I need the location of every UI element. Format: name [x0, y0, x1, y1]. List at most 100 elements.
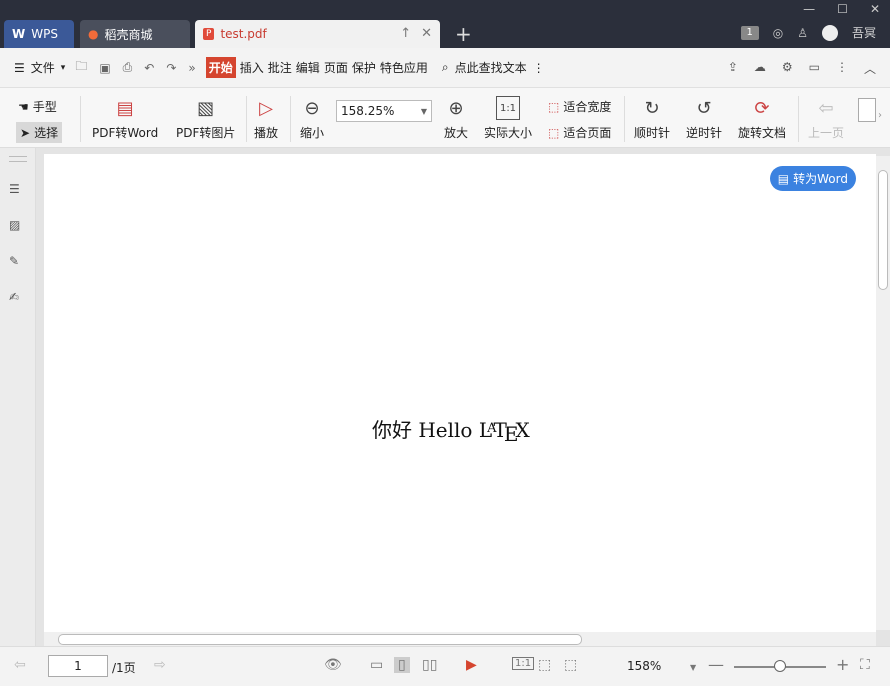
menu-home[interactable]: 开始	[205, 57, 236, 78]
convert-to-word-button[interactable]: ▤ 转为Word	[769, 166, 856, 191]
fullscreen-icon[interactable]: ⛶	[860, 657, 870, 673]
open-folder-icon[interactable]: 🗀	[75, 57, 87, 78]
zoom-in-label: 放大	[444, 126, 469, 140]
hand-icon: ☚	[18, 99, 29, 114]
fit-width-icon: ⬚	[548, 99, 560, 114]
tab-wps[interactable]: W WPS	[4, 20, 74, 48]
next-page-arrow-icon[interactable]: ⇨	[154, 657, 166, 673]
tab-shop[interactable]: ● 稻壳商城	[80, 20, 190, 48]
add-tab-button[interactable]: +	[455, 22, 472, 46]
menu-annotate[interactable]: 批注	[268, 59, 292, 76]
eye-protect-icon[interactable]: 👁	[324, 657, 342, 673]
save-icon[interactable]: ▣	[99, 61, 110, 75]
window-count-badge[interactable]: 1	[740, 25, 759, 40]
share-icon[interactable]: ⇪	[728, 60, 738, 77]
menu-page[interactable]: 页面	[324, 59, 348, 76]
vertical-scrollbar[interactable]	[876, 156, 890, 630]
skin-icon[interactable]: ◎	[773, 26, 783, 40]
kebab-icon[interactable]: ⋮	[533, 61, 545, 75]
pdf-to-word-label: PDF转Word	[92, 126, 159, 140]
pin-icon[interactable]: ↑	[400, 26, 411, 41]
rotate-counterclockwise-button[interactable]: ↺ 逆时针	[686, 96, 722, 141]
rotate-document-button[interactable]: ⟳ 旋转文档	[738, 96, 786, 141]
rotate-counterclockwise-icon: ↺	[696, 97, 712, 119]
horizontal-scrollbar[interactable]	[44, 632, 876, 646]
pdf-to-word-button[interactable]: ▤ PDF转Word	[92, 96, 158, 141]
zoom-minus-icon[interactable]: —	[708, 655, 724, 674]
hand-tool-label: 手型	[32, 100, 57, 114]
actual-size-button[interactable]: 1:1 实际大小	[484, 96, 532, 141]
zoom-level: 158%	[627, 659, 662, 673]
redo-icon[interactable]: ↷	[166, 61, 176, 75]
horizontal-scroll-thumb[interactable]	[58, 634, 582, 645]
hamburger-icon: ☰	[14, 60, 25, 75]
play-button[interactable]: ▷ 播放	[254, 96, 278, 141]
status-bar: ⇦ 1 /1页 ⇨ 👁 ▭ ▯ ▯▯ ▶ 1:1 ⬚ ⬚ 158% ▼ — + …	[0, 646, 890, 686]
sidebar-grip-icon[interactable]	[9, 156, 27, 162]
fit-page-button[interactable]: ⬚ 适合页面	[548, 124, 611, 141]
zoom-select[interactable]: 158.25% ▼	[336, 100, 432, 122]
minimize-icon[interactable]: —	[803, 2, 815, 16]
actual-size-status-icon[interactable]: 1:1	[512, 657, 535, 670]
zoom-plus-icon[interactable]: +	[836, 655, 849, 674]
zoom-in-button[interactable]: ⊕ 放大	[444, 96, 468, 141]
undo-icon[interactable]: ↶	[144, 61, 154, 75]
outline-icon[interactable]: ☰	[9, 182, 27, 200]
file-menu[interactable]: ☰ 文件 ▾	[14, 59, 65, 76]
maximize-icon[interactable]: ☐	[837, 2, 848, 16]
zoom-dropdown-icon[interactable]: ▼	[690, 663, 696, 672]
pdf-to-image-button[interactable]: ▧ PDF转图片	[176, 96, 235, 141]
shirt-icon[interactable]: ♙	[797, 26, 808, 40]
zoom-out-button[interactable]: ⊖ 缩小	[300, 96, 324, 141]
comment-icon[interactable]: ▭	[809, 60, 820, 77]
cloud-icon[interactable]: ☁	[754, 60, 766, 77]
collapse-ribbon-icon[interactable]: ︿	[864, 60, 876, 77]
select-tool-button[interactable]: ➤ 选择	[16, 122, 63, 143]
title-bar: W WPS ● 稻壳商城 P test.pdf ↑ ✕ + — ☐ ✕ 1 ◎ …	[0, 0, 890, 48]
hand-tool-button[interactable]: ☚ 手型	[18, 98, 57, 115]
play-label: 播放	[254, 126, 279, 140]
menu-protect[interactable]: 保护	[352, 59, 376, 76]
ribbon-toolbar: ☚ 手型 ➤ 选择 ▤ PDF转Word ▧ PDF转图片 ▷ 播放 ⊖ 缩小 …	[0, 88, 890, 148]
menu-edit[interactable]: 编辑	[296, 59, 320, 76]
latex-logo: LATEX	[478, 418, 530, 446]
rotate-clockwise-button[interactable]: ↻ 顺时针	[634, 96, 670, 141]
page-thumbnail-button[interactable]	[858, 98, 876, 122]
menu-special[interactable]: 特色应用	[380, 59, 428, 76]
zoom-out-icon: ⊖	[304, 97, 320, 119]
gear-icon[interactable]: ⚙	[782, 60, 793, 77]
avatar[interactable]	[821, 24, 838, 41]
vertical-scroll-thumb[interactable]	[878, 170, 888, 290]
more-chevron-icon[interactable]: »	[188, 61, 195, 75]
more-icon[interactable]: ⋮	[836, 60, 848, 77]
page-total: /1页	[112, 661, 136, 675]
divider	[290, 96, 291, 142]
play-slideshow-icon[interactable]: ▶	[466, 657, 477, 673]
single-page-scroll-icon[interactable]: ▭	[370, 657, 383, 673]
ribbon-scroll-right-icon[interactable]: ›	[878, 110, 882, 121]
word-doc-icon: ▤	[777, 171, 790, 186]
text-hello: Hello	[418, 418, 473, 442]
zoom-select-value: 158.25%	[341, 104, 395, 118]
prev-page-arrow-icon[interactable]: ⇦	[14, 657, 26, 673]
prev-page-button[interactable]: ⇦ 上一页	[808, 96, 844, 141]
page-number-input[interactable]: 1	[48, 655, 108, 677]
zoom-slider-knob[interactable]	[774, 660, 786, 672]
signature-icon[interactable]: ✍	[9, 290, 27, 308]
annotation-pen-icon[interactable]: ✎	[9, 254, 27, 272]
fit-page-label: 适合页面	[563, 126, 612, 140]
close-window-icon[interactable]: ✕	[870, 2, 880, 16]
menu-insert[interactable]: 插入	[240, 59, 264, 76]
fit-width-button[interactable]: ⬚ 适合宽度	[548, 98, 611, 115]
fit-width-status-icon[interactable]: ⬚	[564, 657, 577, 673]
find-text-label: 点此查找文本	[454, 61, 527, 75]
thumbnail-icon[interactable]: ▨	[9, 218, 27, 236]
double-page-icon[interactable]: ▯▯	[422, 657, 437, 673]
single-page-icon[interactable]: ▯	[394, 657, 410, 673]
username[interactable]: 吾冥	[852, 24, 876, 41]
print-icon[interactable]: ⎙	[123, 60, 133, 75]
tab-pdf[interactable]: P test.pdf ↑ ✕	[195, 20, 440, 48]
find-text[interactable]: ⌕ 点此查找文本 ⋮	[442, 59, 545, 76]
close-tab-icon[interactable]: ✕	[421, 26, 432, 41]
fit-page-status-icon[interactable]: ⬚	[538, 657, 551, 673]
